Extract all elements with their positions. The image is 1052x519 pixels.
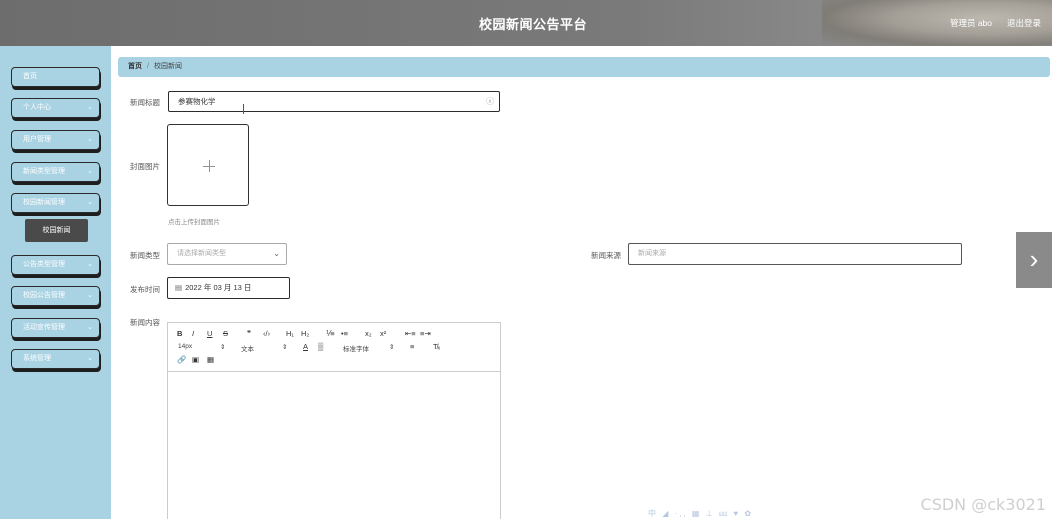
news-source-placeholder: 新闻来源 bbox=[638, 250, 666, 257]
sidebar-item-label: 用户管理 bbox=[23, 136, 51, 143]
chevron-down-icon: ⌄ bbox=[273, 249, 280, 258]
italic-icon[interactable]: I bbox=[192, 329, 194, 338]
sidebar-item-label: 校园新闻管理 bbox=[23, 199, 65, 206]
sidebar-item-personal-center[interactable]: 个人中心 ⌄ bbox=[11, 98, 100, 118]
bold-icon[interactable]: B bbox=[177, 329, 182, 338]
sidebar-item-label: 活动宣传管理 bbox=[23, 324, 65, 331]
ime-toolbar: 中 ◢ ·,, ▦ ⊥ ⅏ ♥ ✿ bbox=[648, 509, 754, 518]
font-size-select[interactable]: 14px bbox=[178, 343, 192, 350]
ordered-list-icon[interactable]: ⅟≡ bbox=[326, 329, 335, 338]
chevron-down-icon: ⌄ bbox=[87, 168, 93, 175]
sidebar-item-label: 系统管理 bbox=[23, 355, 51, 362]
platform-title: 校园新闻公告平台 bbox=[478, 17, 587, 32]
breadcrumb-separator: / bbox=[147, 63, 149, 70]
sidebar-item-system-management[interactable]: 系统管理 ⌄ bbox=[11, 349, 100, 369]
cover-image-upload[interactable] bbox=[167, 124, 249, 206]
chevron-down-icon: ⌄ bbox=[87, 292, 93, 299]
news-type-placeholder: 请选择新闻类型 bbox=[177, 250, 226, 257]
news-title-label: 新闻标题 bbox=[130, 98, 160, 107]
strikethrough-icon[interactable]: S bbox=[223, 329, 228, 338]
sidebar-item-label: 新闻类型管理 bbox=[23, 168, 65, 175]
text-style-arrow-icon: ⇕ bbox=[282, 344, 288, 351]
bullet-list-icon[interactable]: •≡ bbox=[341, 329, 348, 338]
sidebar-item-user-management[interactable]: 用户管理 ⌄ bbox=[11, 130, 100, 150]
text-style-select[interactable]: 文本 bbox=[241, 343, 254, 353]
chevron-down-icon: ⌄ bbox=[87, 199, 93, 206]
text-style-value: 文本 bbox=[241, 346, 254, 353]
breadcrumb: 首页 / 校园新闻 bbox=[118, 57, 1050, 77]
sidebar-item-label: 首页 bbox=[23, 73, 37, 80]
heading1-icon[interactable]: H₁ bbox=[286, 329, 294, 338]
font-family-arrow-icon: ⇕ bbox=[389, 344, 395, 351]
chevron-down-icon: ⌄ bbox=[87, 261, 93, 268]
chevron-down-icon: ⌄ bbox=[87, 355, 93, 362]
news-content-label: 新闻内容 bbox=[130, 318, 160, 327]
upload-tip: 点击上传封面图片 bbox=[168, 219, 220, 226]
blockquote-icon[interactable]: ❞ bbox=[247, 329, 251, 338]
editor-toolbar: B I U S ❞ ‹/› H₁ H₂ ⅟≡ •≡ x₂ x² ⇤≡ ≡⇥ 14px ⇕ 文本 ⇕ A ▒… bbox=[168, 323, 500, 372]
news-type-select[interactable]: 请选择新闻类型 ⌄ bbox=[167, 243, 287, 265]
background-color-icon[interactable]: ▒ bbox=[318, 342, 323, 351]
publish-date-value: 2022 年 03 月 13 日 bbox=[185, 283, 252, 292]
text-cursor bbox=[243, 104, 244, 114]
top-header: 校园新闻公告平台 管理员 abo 退出登录 bbox=[0, 0, 1052, 46]
font-size-arrow-icon: ⇕ bbox=[220, 344, 226, 351]
chevron-down-icon: ⌄ bbox=[87, 136, 93, 143]
sidebar-item-campus-news-management[interactable]: 校园新闻管理 ⌄ bbox=[11, 193, 100, 213]
sidebar-item-campus-notice-management[interactable]: 校园公告管理 ⌄ bbox=[11, 286, 100, 306]
video-icon[interactable]: ▦ bbox=[207, 355, 214, 364]
breadcrumb-current: 校园新闻 bbox=[153, 63, 182, 70]
calendar-icon: ▤ bbox=[175, 283, 183, 292]
news-source-input[interactable]: 新闻来源 bbox=[628, 243, 962, 265]
font-family-select[interactable]: 标准字体 bbox=[343, 343, 369, 353]
publish-date-picker[interactable]: ▤ 2022 年 03 月 13 日 bbox=[167, 277, 290, 299]
chevron-down-icon: ⌄ bbox=[87, 104, 93, 111]
plus-icon-vertical bbox=[209, 160, 210, 172]
sidebar-item-notice-type-management[interactable]: 公告类型管理 ⌄ bbox=[11, 255, 100, 275]
rich-text-editor[interactable]: B I U S ❞ ‹/› H₁ H₂ ⅟≡ •≡ x₂ x² ⇤≡ ≡⇥ 14px ⇕ 文本 ⇕ A ▒… bbox=[167, 322, 501, 519]
heading2-icon[interactable]: H₂ bbox=[301, 329, 309, 338]
cover-image-label: 封面图片 bbox=[130, 162, 160, 171]
indent-icon[interactable]: ≡⇥ bbox=[420, 329, 431, 338]
code-icon[interactable]: ‹/› bbox=[263, 329, 270, 338]
sidebar-item-label: 校园公告管理 bbox=[23, 292, 65, 299]
submenu-item-campus-news[interactable]: 校园新闻 bbox=[25, 219, 88, 242]
sidebar-item-news-type-management[interactable]: 新闻类型管理 ⌄ bbox=[11, 162, 100, 182]
news-title-value: 参赛物化学 bbox=[178, 97, 216, 106]
watermark: CSDN @ck3021 bbox=[920, 495, 1046, 514]
sidebar-item-label: 公告类型管理 bbox=[23, 261, 65, 268]
admin-user-label: 管理员 abo bbox=[949, 18, 992, 28]
clear-format-icon[interactable]: T̸ₓ bbox=[433, 342, 440, 351]
superscript-icon[interactable]: x² bbox=[380, 329, 386, 338]
sidebar-item-home[interactable]: 首页 bbox=[11, 67, 100, 87]
breadcrumb-home[interactable]: 首页 bbox=[128, 63, 142, 70]
outdent-icon[interactable]: ⇤≡ bbox=[405, 329, 416, 338]
image-icon[interactable]: ▣ bbox=[192, 355, 199, 364]
news-source-label: 新闻来源 bbox=[591, 251, 621, 260]
font-family-value: 标准字体 bbox=[343, 346, 369, 353]
logout-link[interactable]: 退出登录 bbox=[1007, 17, 1041, 29]
chevron-right-icon[interactable]: › bbox=[1016, 232, 1052, 288]
link-icon[interactable]: 🔗 bbox=[177, 355, 186, 364]
news-type-label: 新闻类型 bbox=[130, 251, 160, 260]
subscript-icon[interactable]: x₂ bbox=[365, 329, 372, 338]
align-icon[interactable]: ≡ bbox=[410, 342, 414, 351]
clear-icon[interactable]: ⓧ bbox=[486, 92, 494, 111]
font-size-value: 14px bbox=[178, 343, 193, 350]
underline-icon[interactable]: U bbox=[207, 329, 212, 338]
publish-date-label: 发布时间 bbox=[130, 285, 160, 294]
sidebar-item-label: 个人中心 bbox=[23, 104, 51, 111]
sidebar-item-activity-promo-management[interactable]: 活动宣传管理 ⌄ bbox=[11, 318, 100, 338]
chevron-down-icon: ⌄ bbox=[87, 324, 93, 331]
font-color-icon[interactable]: A bbox=[303, 342, 308, 351]
news-title-input[interactable]: 参赛物化学 ⓧ bbox=[168, 91, 500, 112]
